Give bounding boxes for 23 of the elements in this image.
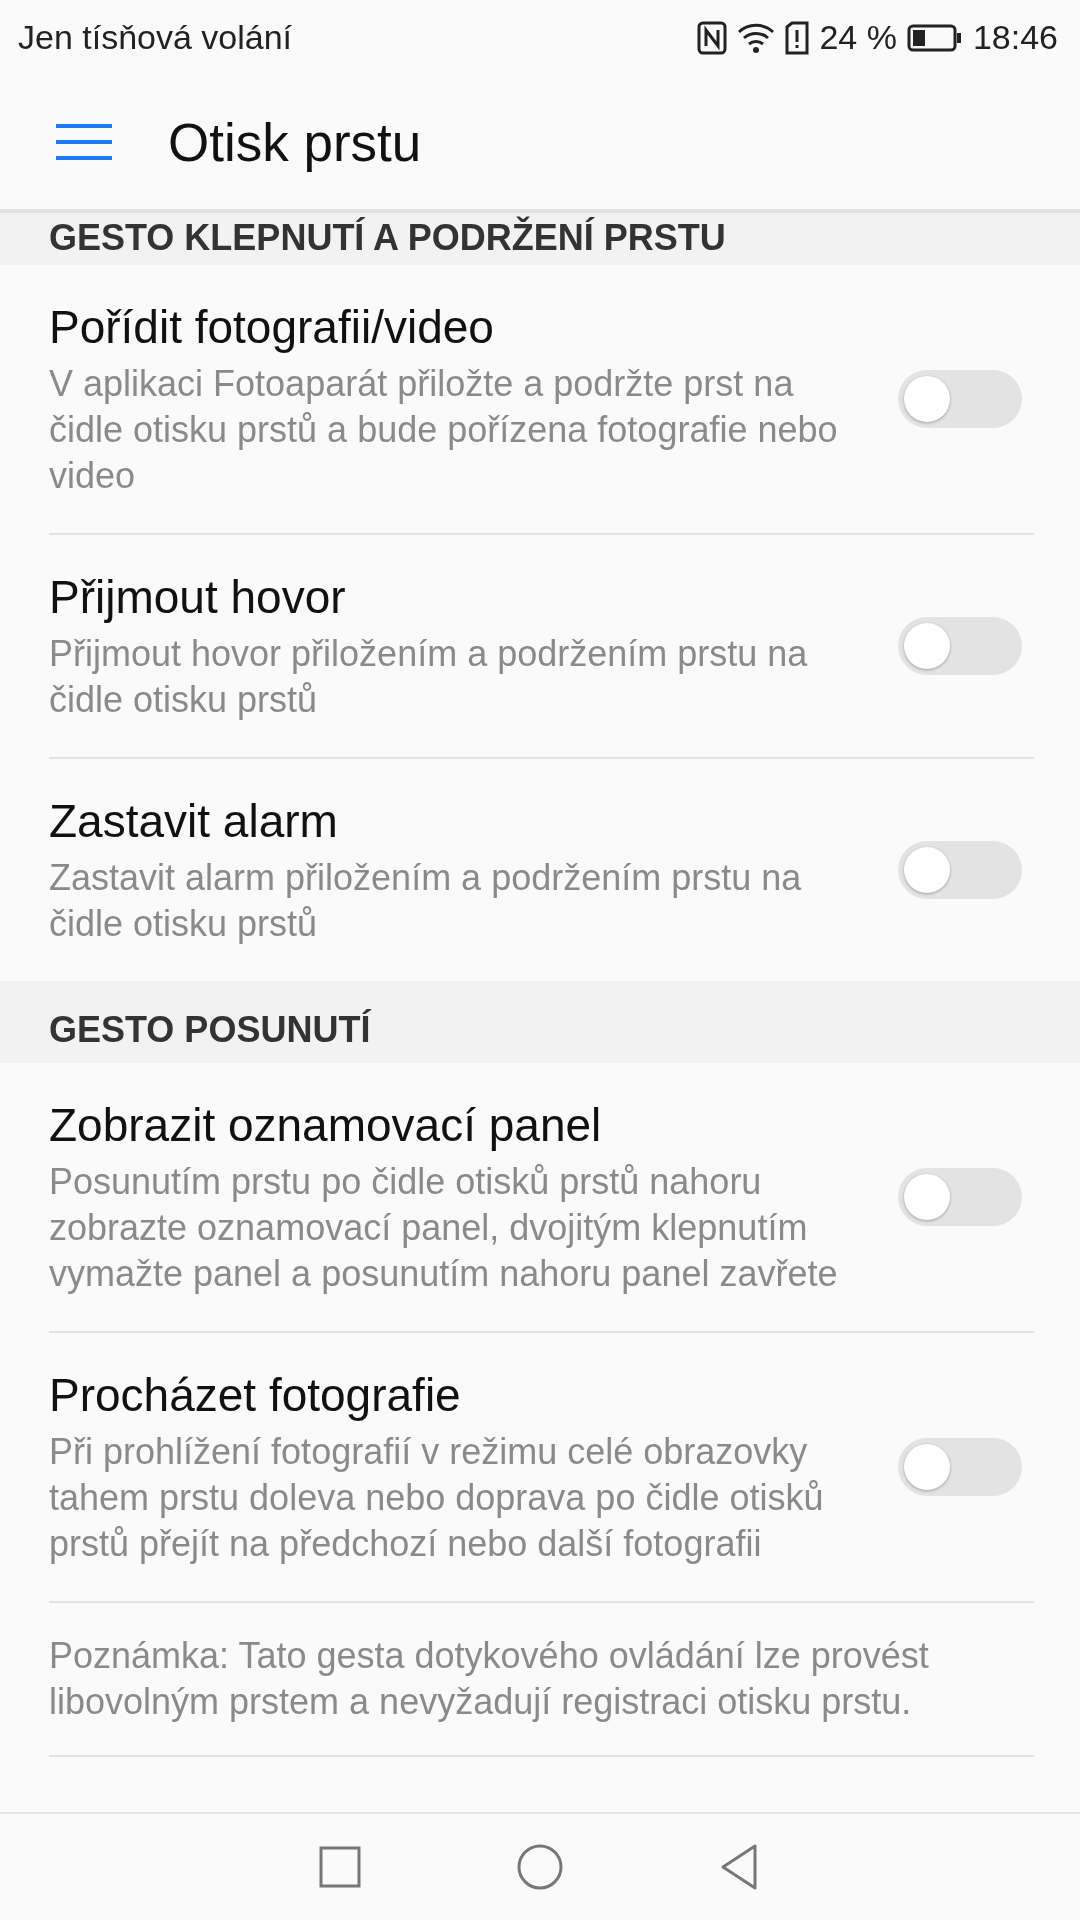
setting-description: Posunutím prstu po čidle otisků prstů nahoru zobrazte oznamovací panel, dvojitým klepnutím vymažte panel a posunutím nahoru panel zavřete [49,1160,839,1296]
page-title: Otisk prstu [168,111,422,173]
wifi-icon [737,21,776,54]
battery-icon [906,23,963,52]
setting-description: Zastavit alarm přiložením a podržením prstu na čidle otisku prstů [49,856,803,946]
menu-icon[interactable] [56,122,112,162]
home-icon[interactable] [515,1842,565,1892]
setting-title: Pořídit fotografii/video [49,300,495,355]
note-text: Poznámka: Tato gesta dotykového ovládání lze provést libovolným prstem a nevyžadují registraci otisku prstu. [48,1634,930,1724]
setting-title: Procházet fotografie [49,1368,462,1423]
setting-title: Zobrazit oznamovací panel [49,1098,603,1153]
setting-description: Přijmout hovor přiložením a podržením prstu na čidle otisku prstů [49,632,809,722]
setting-description: Při prohlížení fotografií v režimu celé obrazovky tahem prstu doleva nebo doprava po čidle otisků prstů přejít na předchozí nebo další fotografii [49,1430,825,1566]
clock-text: 18:46 [972,18,1058,57]
sim-alert-icon [785,20,810,55]
setting-description: V aplikaci Fotoaparát přiložte a podržte prst na čidle otisku prstů a bude pořízena fotografie nebo video [49,362,839,498]
nfc-icon [697,20,728,55]
setting-title: Přijmout hovor [49,570,347,625]
setting-title: Zastavit alarm [49,794,339,849]
section-header: GESTO POSUNUTÍ [0,981,1080,1063]
carrier-text: Jen tísňová volání [18,18,293,57]
battery-percent: 24 % [819,18,897,57]
section-header: GESTO KLEPNUTÍ A PODRŽENÍ PRSTU [0,213,1080,265]
